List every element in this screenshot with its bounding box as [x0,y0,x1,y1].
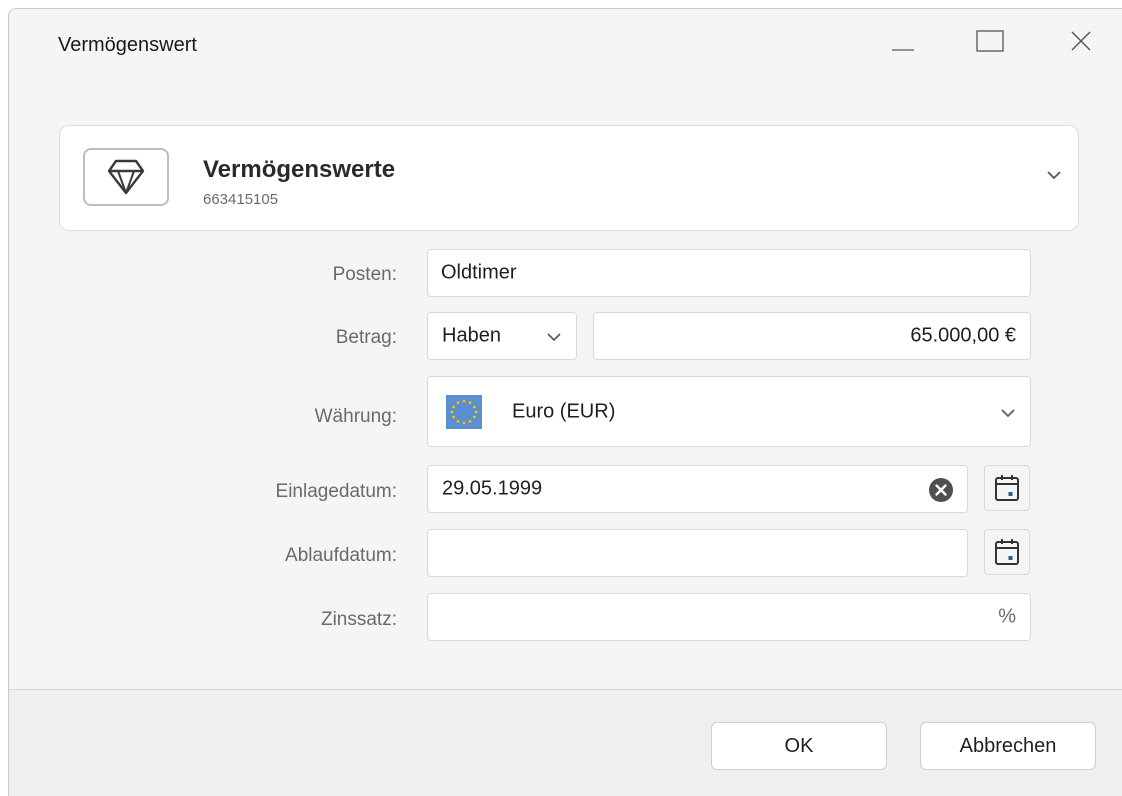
chevron-down-icon [547,333,561,342]
einlagedatum-input[interactable]: 29.05.1999 [427,465,968,513]
title-bar: Vermögenswert [9,9,1122,83]
ok-button[interactable]: OK [711,722,887,770]
cancel-button[interactable]: Abbrechen [920,722,1096,770]
minimize-icon [892,49,914,51]
einlagedatum-calendar-button[interactable] [984,465,1030,511]
ablaufdatum-input[interactable] [427,529,968,577]
diamond-icon [107,159,145,195]
amount-value: 65.000,00 € [910,324,1016,347]
account-selector[interactable]: Vermögenswerte 663415105 [59,125,1079,231]
maximize-icon [976,30,1004,52]
zinssatz-label: Zinssatz: [320,609,397,630]
percent-unit: % [998,605,1016,628]
close-icon [1071,31,1091,51]
eu-flag-icon [446,395,482,429]
close-button[interactable] [1057,21,1105,61]
chevron-down-icon [1001,409,1015,418]
currency-select[interactable]: Euro (EUR) [427,376,1031,447]
calendar-icon [995,539,1019,565]
currency-value: Euro (EUR) [512,400,616,422]
waehrung-label: Währung: [314,406,397,427]
posten-label: Posten: [332,264,397,285]
zinssatz-input[interactable]: % [427,593,1031,641]
betrag-type-value: Haben [442,324,501,347]
window-title: Vermögenswert [58,34,197,56]
dialog-window: Vermögenswert Vermögenswerte 663415105 P… [8,8,1122,796]
minimize-button[interactable] [879,21,927,61]
betrag-type-select[interactable]: Haben [427,312,577,360]
chevron-down-icon[interactable] [1046,169,1062,181]
betrag-label: Betrag: [335,327,397,348]
account-number: 663415105 [203,191,279,208]
calendar-icon [995,475,1019,501]
posten-value: Oldtimer [441,261,517,284]
posten-input[interactable]: Oldtimer [427,249,1031,297]
ablaufdatum-calendar-button[interactable] [984,529,1030,575]
einlagedatum-label: Einlagedatum: [275,481,397,502]
ablaufdatum-label: Ablaufdatum: [285,545,397,566]
clear-icon[interactable] [928,477,954,503]
einlagedatum-value: 29.05.1999 [442,477,543,500]
dialog-footer: OK Abbrechen [9,689,1122,796]
account-name: Vermögenswerte [203,156,396,183]
amount-input[interactable]: 65.000,00 € [593,312,1031,360]
maximize-button[interactable] [966,21,1014,61]
account-icon-box [83,148,169,206]
